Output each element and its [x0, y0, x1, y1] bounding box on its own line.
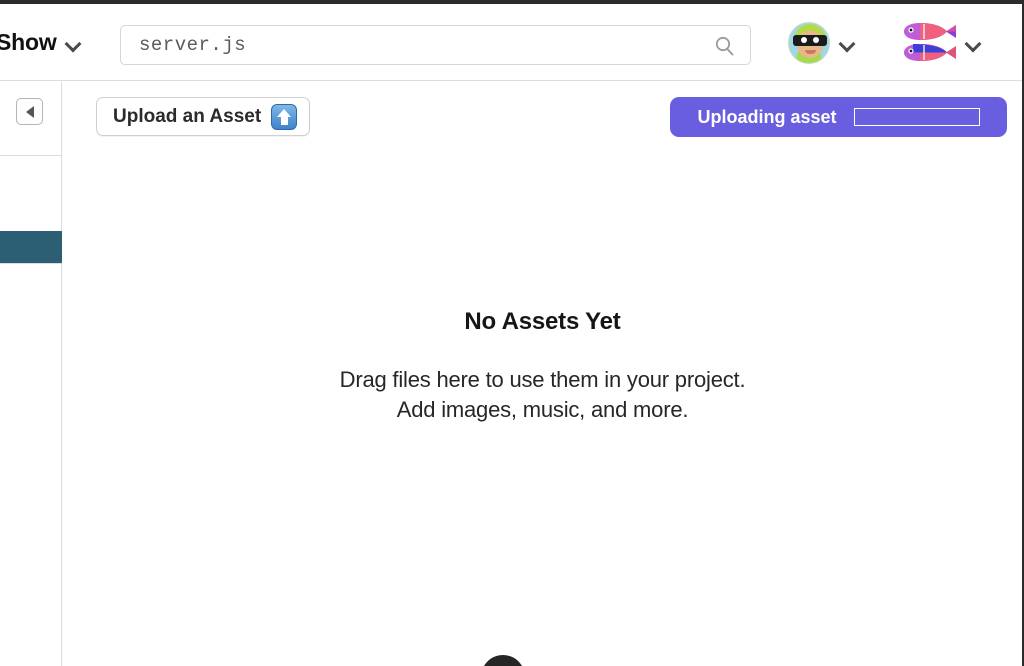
team-avatar-two-fish-icon [900, 21, 956, 65]
search-icon[interactable] [714, 35, 736, 57]
chevron-down-icon [966, 38, 981, 47]
show-dropdown-label: Show [0, 28, 57, 55]
show-dropdown[interactable]: Show [0, 29, 81, 56]
team-avatar-menu[interactable] [900, 4, 981, 81]
empty-state-line-1: Drag files here to use them in your proj… [339, 366, 746, 392]
search-field-wrapper[interactable] [120, 25, 751, 65]
chevron-down-icon [840, 38, 855, 47]
user-avatar-menu[interactable] [788, 4, 855, 81]
app-header: Show [0, 4, 1022, 81]
sidebar-item-active[interactable] [0, 231, 62, 264]
collapse-left-triangle-icon [25, 105, 34, 118]
sidebar-collapse-button[interactable] [16, 98, 43, 125]
sidebar-divider [0, 155, 62, 156]
sidebar-item-underline [0, 263, 62, 264]
empty-state-title: No Assets Yet [464, 307, 621, 335]
assets-panel: Upload an Asset Uploading asset No Asset… [63, 82, 1022, 666]
empty-state-line-2: Add images, music, and more. [396, 396, 689, 422]
user-avatar-masked-face-icon [788, 21, 830, 64]
left-sidebar [0, 82, 62, 666]
search-input[interactable] [121, 34, 681, 56]
empty-state: No Assets Yet Drag files here to use the… [63, 82, 1022, 666]
app-window: Show server.js Upload an Asset Uploading… [0, 0, 1024, 666]
chevron-down-icon [66, 38, 81, 47]
